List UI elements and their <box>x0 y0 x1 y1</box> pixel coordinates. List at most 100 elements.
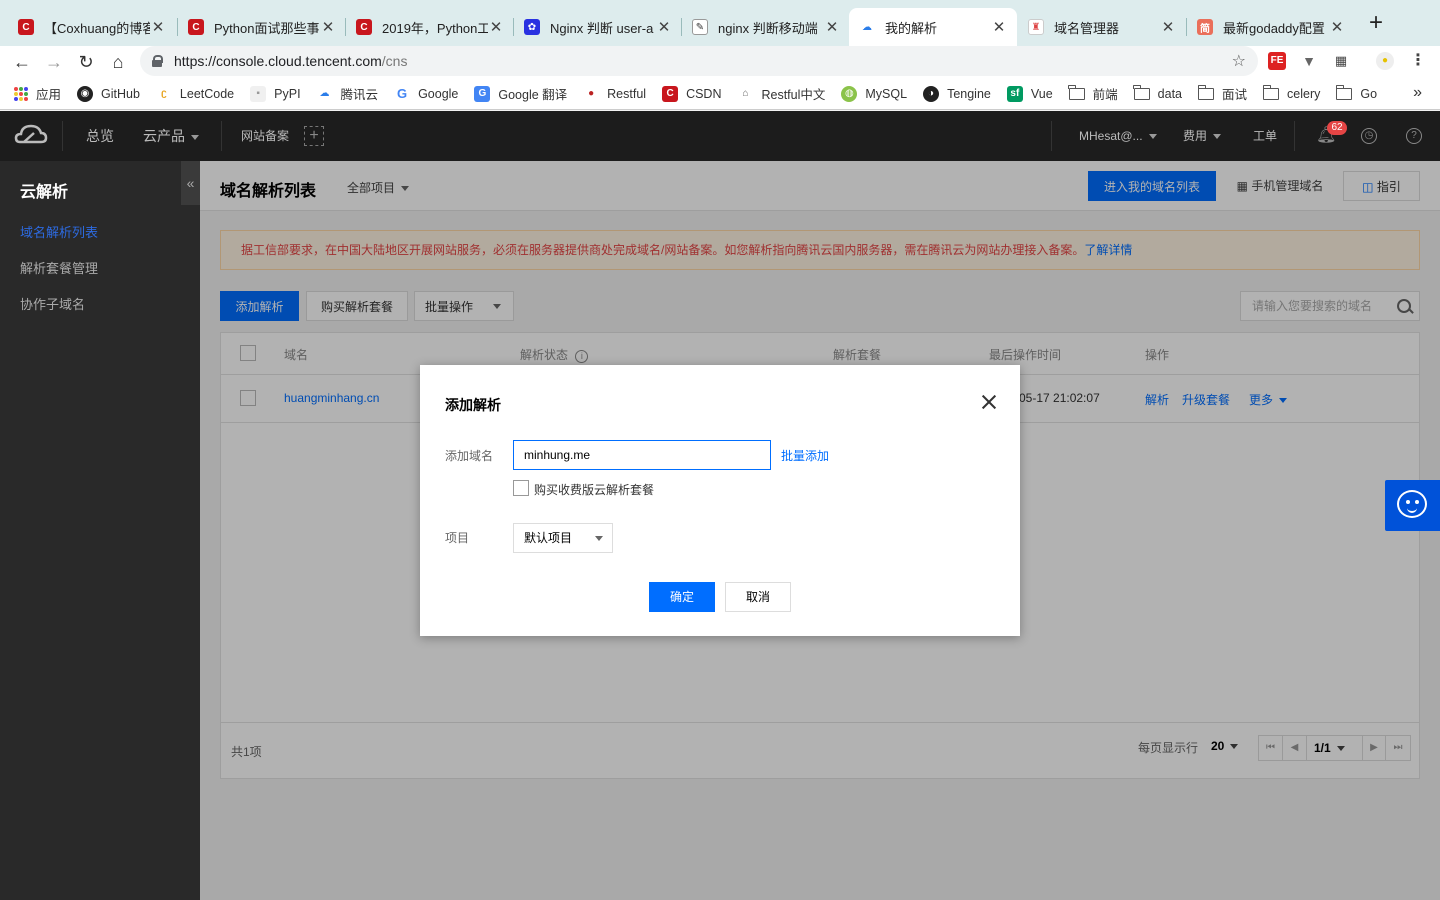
vue-devtools-icon[interactable]: ▼ <box>1300 52 1318 70</box>
forward-icon[interactable]: → <box>40 48 68 76</box>
chevron-down-icon <box>1213 134 1222 140</box>
nav-beian[interactable]: 网站备案 <box>241 111 289 161</box>
bell-icon[interactable]: 🔔︎ <box>1316 111 1336 161</box>
project-select[interactable]: 默认项目 <box>513 523 613 553</box>
bookmark-label: Restful <box>607 86 647 101</box>
sidebar-item-subdomains[interactable]: 协作子域名 <box>20 294 85 313</box>
bookmark-pypi[interactable]: ▪ PyPI <box>250 85 301 102</box>
bookmark-label: 应用 <box>36 88 62 102</box>
bookmark-leetcode[interactable]: ʗ LeetCode <box>155 85 234 102</box>
folder-icon <box>1133 84 1150 100</box>
bookmark-folder-go[interactable]: Go <box>1335 84 1378 101</box>
back-icon[interactable]: ← <box>8 48 36 76</box>
bookmark-star-icon[interactable]: ☆ <box>1232 51 1246 71</box>
project-select-value: 默认项目 <box>524 531 573 545</box>
project-field-label: 项目 <box>445 531 470 545</box>
url-path: /cns <box>381 53 408 69</box>
bookmark-restful[interactable]: ● Restful <box>583 85 647 102</box>
tab-title: 最新godaddy配置 <box>1223 20 1325 36</box>
browser-tab[interactable]: C 2019年，Python工 ✕ <box>346 8 514 46</box>
bookmark-folder-celery[interactable]: celery <box>1262 84 1320 101</box>
browser-tab[interactable]: C Python面试那些事 ✕ <box>178 8 346 46</box>
bookmark-folder-frontend[interactable]: 前端 <box>1068 84 1118 103</box>
bookmark-tengine[interactable]: ◑ Tengine <box>923 85 991 102</box>
close-tab-icon[interactable]: ✕ <box>656 18 672 36</box>
close-tab-icon[interactable]: ✕ <box>1160 18 1176 36</box>
close-tab-icon[interactable]: ✕ <box>150 18 166 36</box>
bookmark-github[interactable]: ◉ GitHub <box>77 85 140 102</box>
confirm-button[interactable]: 确定 <box>649 582 715 612</box>
fe-extension-icon[interactable]: FE <box>1268 52 1286 70</box>
tencent-cloud-logo-icon[interactable] <box>14 111 48 161</box>
cancel-button[interactable]: 取消 <box>725 582 791 612</box>
close-tab-icon[interactable]: ✕ <box>1329 18 1345 36</box>
qrcode-icon[interactable]: ▦ <box>1332 52 1350 70</box>
account-menu[interactable]: MHesat@... <box>1079 111 1157 161</box>
bookmark-folder-interview[interactable]: 面试 <box>1197 84 1247 103</box>
bookmark-vue[interactable]: sf Vue <box>1006 85 1053 102</box>
google-icon: G <box>394 85 411 102</box>
clock-icon[interactable]: ◷ <box>1361 128 1377 144</box>
close-tab-icon[interactable]: ✕ <box>488 18 504 36</box>
dialog-title: 添加解析 <box>445 397 501 413</box>
bookmark-google-translate[interactable]: G Google 翻译 <box>474 84 567 103</box>
browser-tab-active[interactable]: ☁ 我的解析 ✕ <box>849 8 1017 46</box>
sidebar-item-domain-list[interactable]: 域名解析列表 <box>20 222 98 241</box>
bookmark-folder-data[interactable]: data <box>1133 84 1183 101</box>
ticket-link[interactable]: 工单 <box>1253 111 1277 161</box>
bookmark-apps[interactable]: 应用 <box>14 84 61 103</box>
tengine-icon: ◑ <box>923 85 940 102</box>
browser-menu-icon[interactable]: ⋮ <box>1409 52 1427 70</box>
bookmark-label: Go <box>1360 86 1378 101</box>
help-icon[interactable]: ? <box>1406 128 1422 144</box>
bookmark-google[interactable]: G Google <box>394 85 458 102</box>
google-translate-icon: G <box>474 85 491 102</box>
jianshu-icon: 简 <box>1197 19 1213 35</box>
browser-tab[interactable]: C 【Coxhuang的博客 ✕ <box>8 8 176 46</box>
browser-tab[interactable]: 简 最新godaddy配置 ✕ <box>1187 8 1355 46</box>
robot-face-icon <box>1397 490 1427 518</box>
sidebar-item-packages[interactable]: 解析套餐管理 <box>20 258 98 277</box>
sidebar-title: 云解析 <box>20 184 69 201</box>
csdn-icon: C <box>356 19 372 35</box>
billing-menu[interactable]: 费用 <box>1183 111 1222 161</box>
domain-field-label: 添加域名 <box>445 449 494 463</box>
bookmark-csdn[interactable]: C CSDN <box>662 85 721 102</box>
tab-title: 我的解析 <box>885 20 938 36</box>
profile-avatar[interactable]: ● <box>1376 52 1394 70</box>
tencent-cloud-icon: ☁ <box>859 19 875 35</box>
csdn-icon: C <box>188 19 204 35</box>
buy-paid-package-checkbox[interactable] <box>513 480 529 496</box>
address-bar[interactable]: https://console.cloud.tencent.com/cns ☆ <box>140 46 1258 76</box>
browser-tab[interactable]: ♜ 域名管理器 ✕ <box>1018 8 1186 46</box>
close-tab-icon[interactable]: ✕ <box>320 18 336 36</box>
nav-products[interactable]: 云产品 <box>143 111 199 161</box>
bookmark-tencent-cloud[interactable]: ☁ 腾讯云 <box>316 84 378 103</box>
browser-tab[interactable]: ✿ Nginx 判断 user-a ✕ <box>514 8 682 46</box>
domain-input[interactable] <box>513 440 771 470</box>
chevron-down-icon <box>1148 134 1157 140</box>
bookmark-mysql[interactable]: ◍ MySQL <box>841 85 908 102</box>
close-icon[interactable] <box>980 393 998 411</box>
customer-service-button[interactable] <box>1385 480 1440 531</box>
baidu-icon: ✿ <box>524 19 540 35</box>
close-tab-icon[interactable]: ✕ <box>991 18 1007 36</box>
reload-icon[interactable]: ↻ <box>72 48 100 76</box>
collapse-sidebar-icon[interactable]: « <box>181 161 200 205</box>
bookmark-label: MySQL <box>865 86 908 101</box>
leetcode-icon: ʗ <box>155 85 172 102</box>
buy-paid-package-label[interactable]: 购买收费版云解析套餐 <box>534 481 654 498</box>
bookmark-label: Google 翻译 <box>498 88 568 102</box>
add-shortcut-icon[interactable]: + <box>304 111 324 161</box>
bookmark-label: Restful中文 <box>761 88 826 102</box>
close-tab-icon[interactable]: ✕ <box>824 18 840 36</box>
new-tab-button[interactable]: + <box>1364 11 1388 36</box>
tab-title: Nginx 判断 user-a <box>550 20 654 36</box>
batch-add-link[interactable]: 批量添加 <box>781 447 829 464</box>
more-bookmarks-icon[interactable]: » <box>1413 84 1422 102</box>
bookmark-label: data <box>1157 86 1183 101</box>
home-icon[interactable]: ⌂ <box>104 48 132 76</box>
bookmark-restful-cn[interactable]: ⌂ Restful中文 <box>737 84 825 103</box>
nav-overview[interactable]: 总览 <box>86 111 114 161</box>
browser-tab[interactable]: ✎ nginx 判断移动端 ✕ <box>682 8 850 46</box>
